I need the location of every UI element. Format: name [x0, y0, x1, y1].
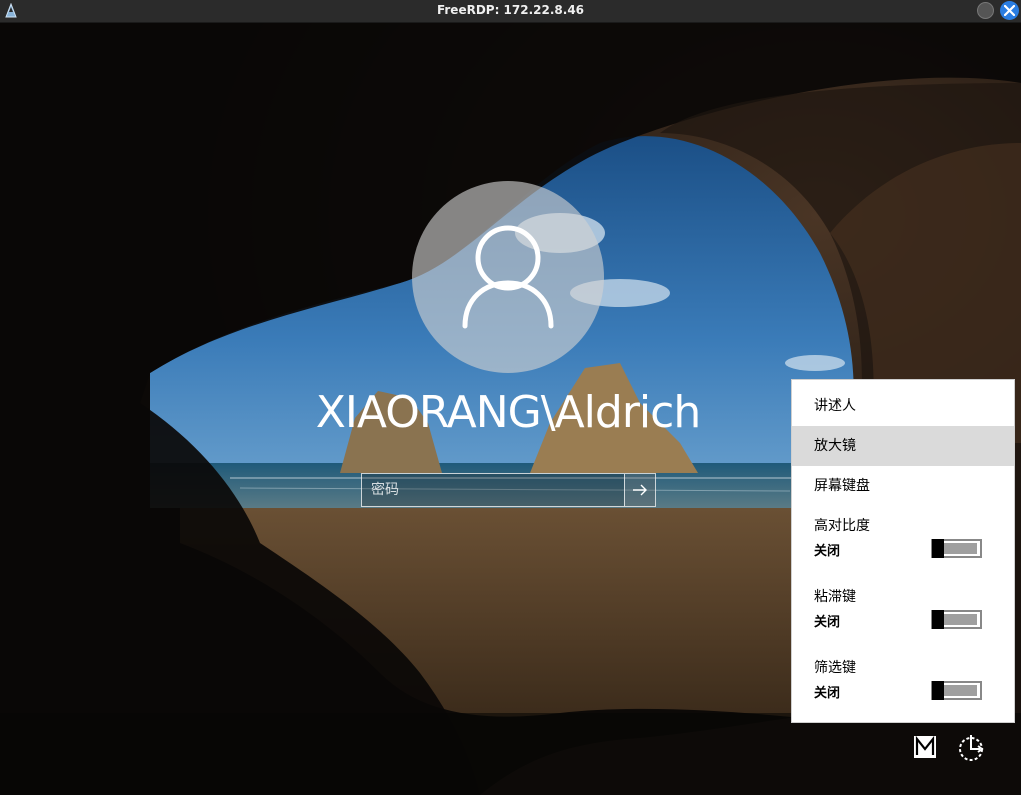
input-method-icon[interactable]: [913, 735, 937, 759]
user-avatar: [412, 181, 604, 373]
rdp-window: { "window": { "title": "FreeRDP: 172.22.…: [0, 0, 1021, 795]
username-label: XIAORANG\Aldrich: [315, 387, 701, 438]
menu-item-narrator[interactable]: 讲述人: [792, 386, 1014, 426]
toggle-knob: [932, 539, 944, 558]
menu-item-label: 讲述人: [814, 398, 856, 414]
toggle-label: 筛选键: [814, 660, 856, 676]
toggle-state: 关闭: [814, 544, 841, 559]
toggle-knob: [932, 610, 944, 629]
toggle-label: 粘滞键: [814, 589, 856, 605]
sticky-keys-toggle[interactable]: [931, 610, 982, 629]
menu-item-label: 屏幕键盘: [814, 478, 870, 494]
sticky-keys-setting: 粘滞键 关闭: [792, 586, 1014, 644]
filter-keys-toggle[interactable]: [931, 681, 982, 700]
toggle-label: 高对比度: [814, 518, 870, 534]
high-contrast-toggle[interactable]: [931, 539, 982, 558]
menu-item-magnifier[interactable]: 放大镜: [792, 426, 1014, 466]
toggle-knob: [932, 681, 944, 700]
toggle-state: 关闭: [814, 686, 841, 701]
user-icon: [462, 225, 554, 329]
password-field-container: [361, 473, 656, 507]
toggle-state: 关闭: [814, 615, 841, 630]
ease-of-access-icon[interactable]: [956, 732, 988, 762]
arrow-right-icon: [633, 484, 647, 496]
menu-item-label: 放大镜: [814, 438, 856, 454]
high-contrast-setting: 高对比度 关闭: [792, 515, 1014, 573]
ease-of-access-menu: 讲述人 放大镜 屏幕键盘 高对比度 关闭 粘滞键 关闭 筛选键 关闭: [791, 379, 1015, 723]
filter-keys-setting: 筛选键 关闭: [792, 657, 1014, 715]
menu-item-onscreen-keyboard[interactable]: 屏幕键盘: [792, 466, 1014, 506]
close-button[interactable]: [1000, 1, 1019, 20]
window-title: FreeRDP: 172.22.8.46: [436, 3, 585, 17]
minimize-button[interactable]: [977, 2, 994, 19]
title-bar: FreeRDP: 172.22.8.46: [0, 0, 1021, 23]
close-icon: [1004, 5, 1015, 16]
submit-button[interactable]: [624, 474, 655, 506]
password-input[interactable]: [362, 474, 624, 506]
lock-screen: XIAORANG\Aldrich 讲述人 放大镜 屏幕键盘 高对比度 关闭 粘滞…: [0, 23, 1021, 795]
